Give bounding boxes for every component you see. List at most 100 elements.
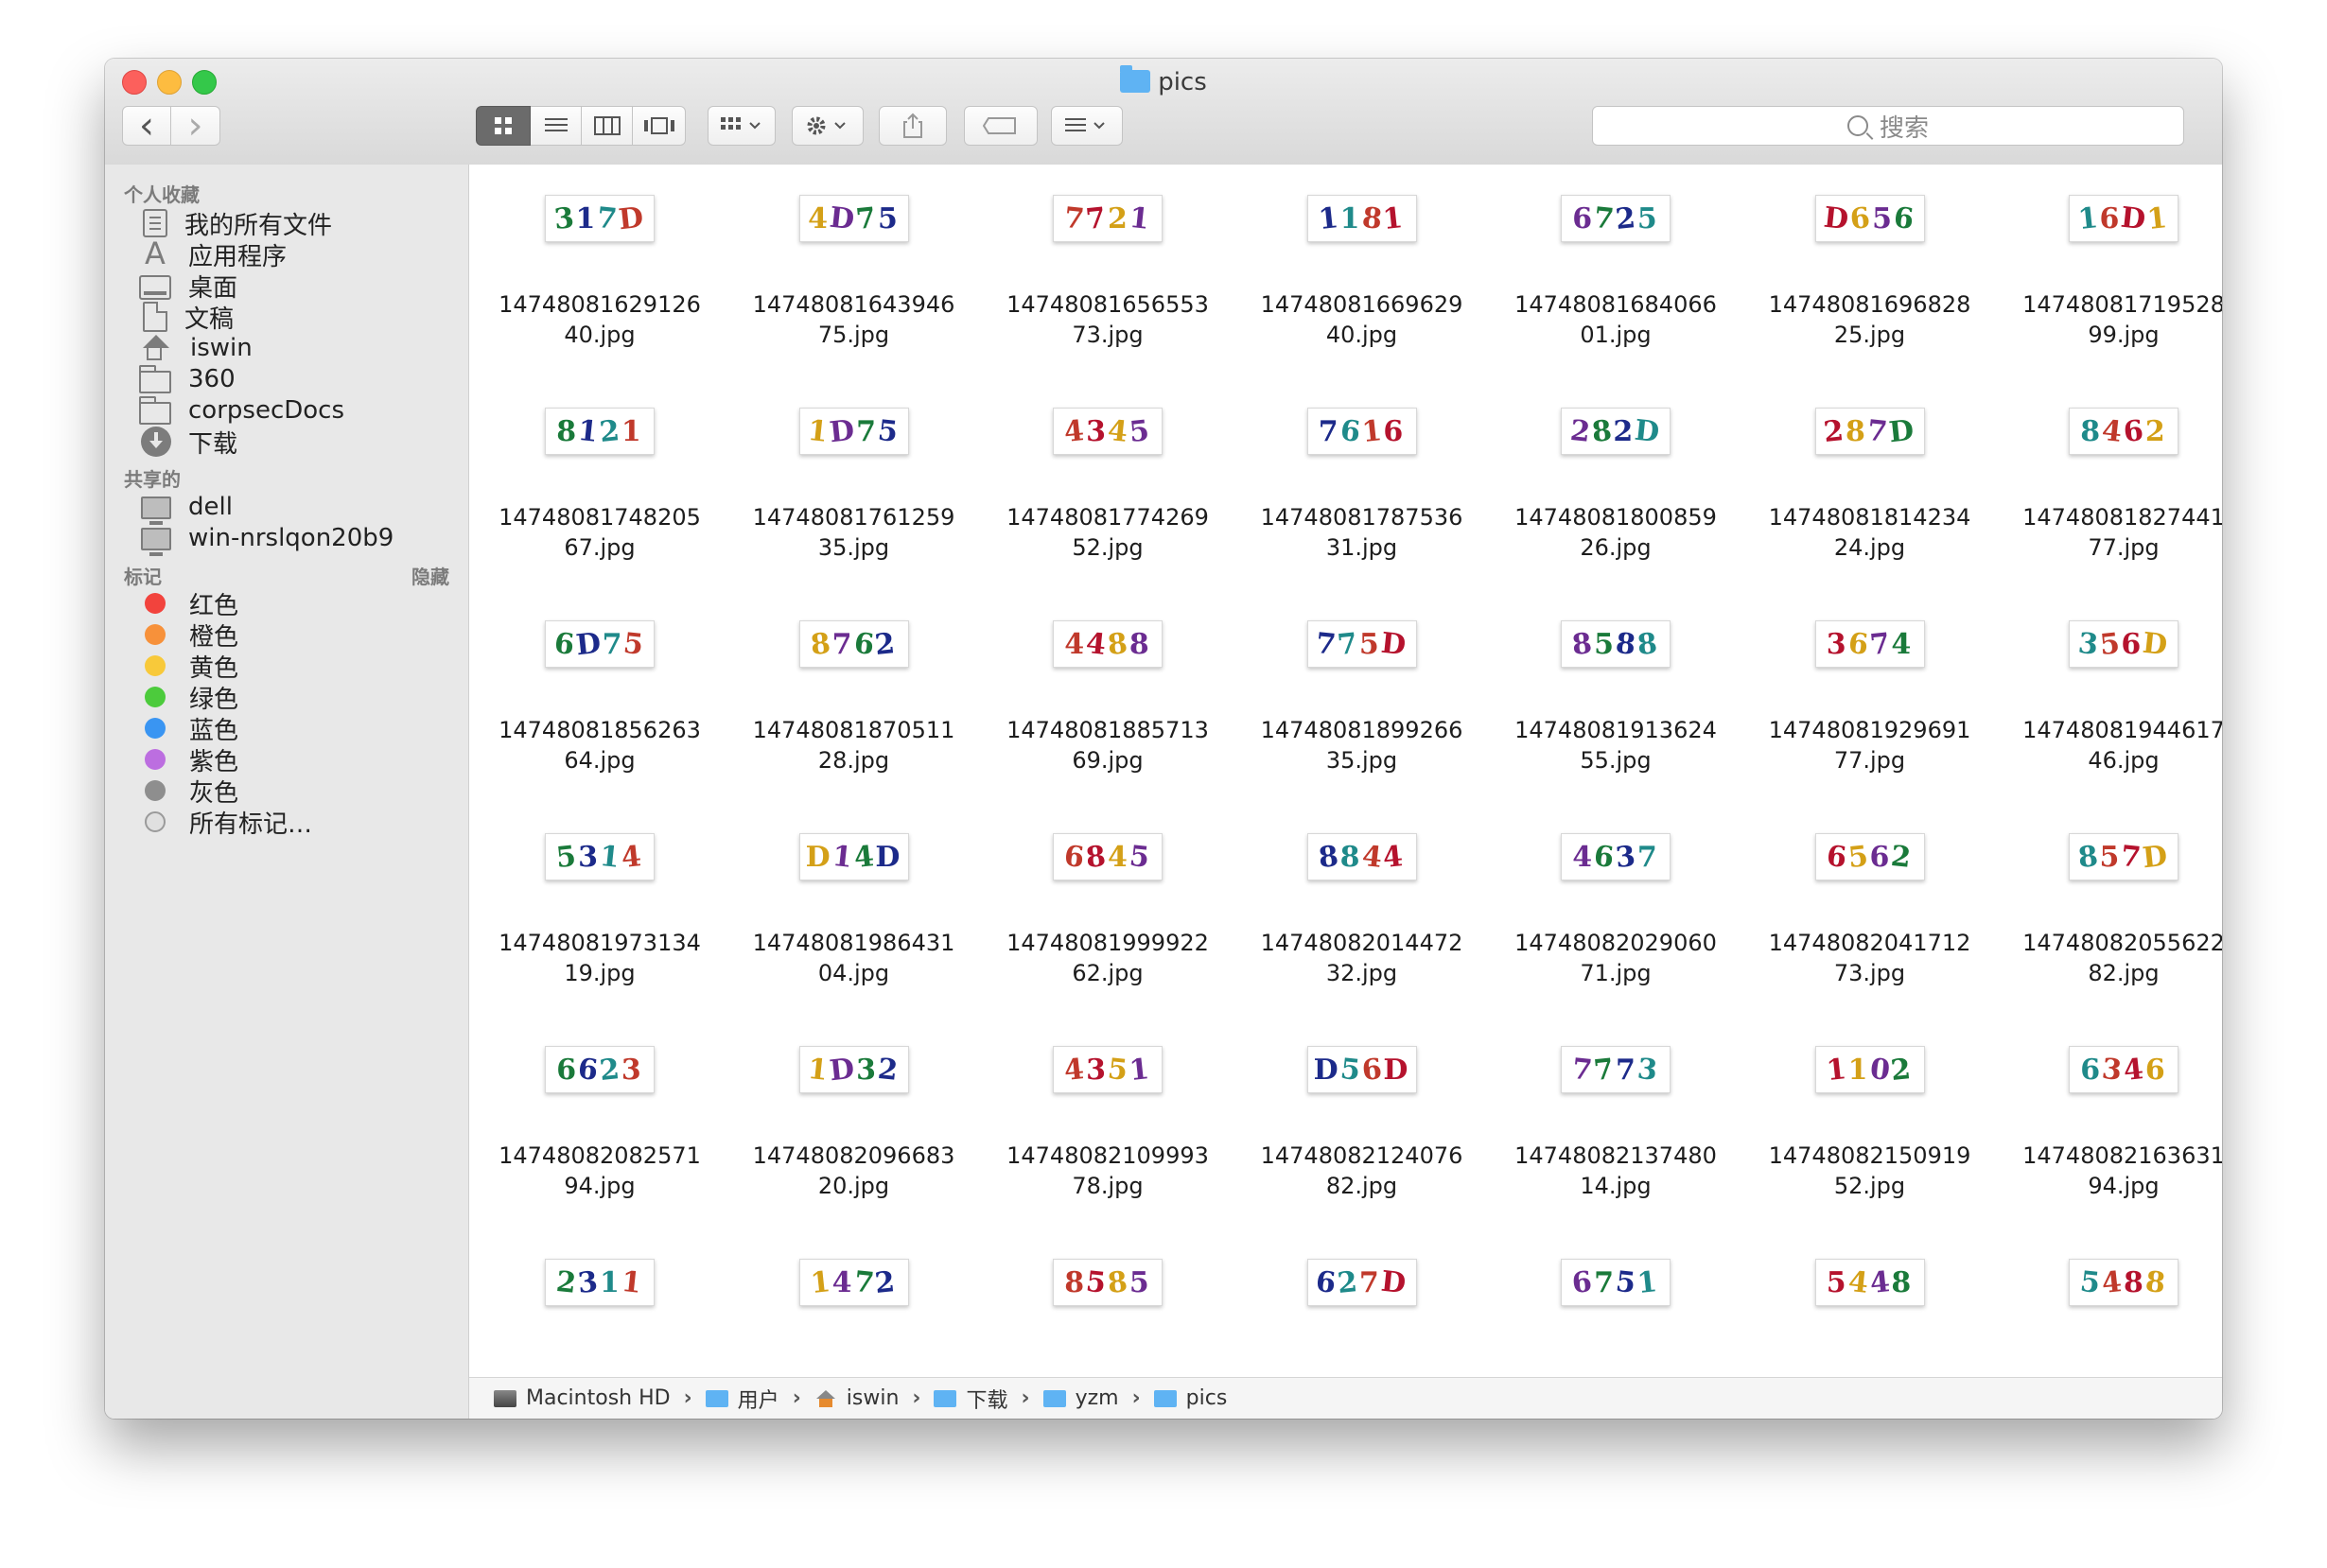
file-item[interactable]: 4 6 3 7 14748082029060 71.jpg	[1502, 833, 1729, 988]
captcha-character: 4	[1064, 627, 1087, 661]
hide-tags-button[interactable]: 隐藏	[411, 562, 449, 589]
tags-button[interactable]	[964, 106, 1038, 146]
captcha-character: 5	[1338, 1052, 1364, 1088]
file-item[interactable]: 2 8 2 D 14748081800859 26.jpg	[1502, 408, 1729, 563]
file-item[interactable]: 7 7 2 1 14748081656553 73.jpg	[994, 195, 1221, 350]
file-item[interactable]: 3 5 6 D 14748081944617 46.jpg	[2010, 620, 2222, 775]
captcha-thumbnail: D656	[1814, 195, 1925, 242]
file-item[interactable]: 5488	[2010, 1259, 2222, 1306]
file-name: 14748081870511 28.jpg	[741, 715, 968, 775]
sidebar-item-downloads[interactable]: 下载	[139, 423, 237, 461]
file-item[interactable]: 6 6 2 3 14748082082571 94.jpg	[486, 1046, 713, 1201]
captcha-character: 5	[554, 839, 580, 875]
file-item[interactable]: 6 D 7 5 14748081856263 64.jpg	[486, 620, 713, 775]
sidebar-item-win-nrslqon20b9[interactable]: win-nrslqon20b9	[139, 519, 394, 557]
captcha-thumbnail: 7616	[1306, 408, 1417, 455]
forward-button[interactable]: ›	[171, 106, 220, 146]
file-item[interactable]: 8 5 8 8 14748081913624 55.jpg	[1502, 620, 1729, 775]
path-bar: Macintosh HD › 用户 › iswin › 下载 › yzm › pics	[469, 1377, 2222, 1419]
desktop-icon	[139, 274, 171, 300]
path-crumb[interactable]: pics	[1153, 1386, 1227, 1410]
captcha-character: 6	[1824, 839, 1850, 875]
path-crumb[interactable]: 下载	[934, 1384, 1007, 1414]
file-item[interactable]: 8 1 2 1 14748081748205 67.jpg	[486, 408, 713, 563]
captcha-character: 7	[602, 627, 624, 661]
captcha-character: 8	[1636, 626, 1661, 662]
file-item[interactable]: 1472	[741, 1259, 968, 1306]
captcha-character: 7	[1616, 1053, 1637, 1087]
captcha-character: 6	[2144, 1053, 2167, 1087]
file-item[interactable]: 5448	[1757, 1259, 1984, 1306]
captcha-character: 8	[1084, 839, 1110, 875]
file-item[interactable]: 5 3 1 4 14748081973134 19.jpg	[486, 833, 713, 988]
captcha-character: 5	[1128, 413, 1153, 449]
captcha-character: 5	[1636, 201, 1659, 235]
file-item[interactable]: 6 3 4 6 14748082163631 94.jpg	[2010, 1046, 2222, 1201]
file-item[interactable]: 1 6 D 1 14748081719528 99.jpg	[2010, 195, 2222, 350]
back-button[interactable]: ‹	[122, 106, 171, 146]
group-icon	[721, 117, 761, 130]
file-item[interactable]: 6 5 6 2 14748082041712 73.jpg	[1757, 833, 1984, 988]
path-crumb[interactable]: 用户	[705, 1384, 779, 1414]
file-item[interactable]: 6 8 4 5 14748081999922 62.jpg	[994, 833, 1221, 988]
file-name-line1: 14748081814234	[1768, 504, 1971, 531]
file-name-line1: 14748081986431	[752, 930, 955, 956]
path-crumb[interactable]: iswin	[814, 1386, 899, 1410]
file-item[interactable]: 8585	[994, 1259, 1221, 1306]
file-item[interactable]: 6751	[1502, 1259, 1729, 1306]
file-item[interactable]: D 1 4 D 14748081986431 04.jpg	[741, 833, 968, 988]
file-item[interactable]: 1 D 3 2 14748082096683 20.jpg	[741, 1046, 968, 1201]
column-view-button[interactable]	[582, 106, 633, 146]
file-item[interactable]: 7 6 1 6 14748081787536 31.jpg	[1249, 408, 1476, 563]
file-item[interactable]: 7 7 5 D 14748081899266 35.jpg	[1249, 620, 1476, 775]
file-item[interactable]: 2 8 7 D 14748081814234 24.jpg	[1757, 408, 1984, 563]
sidebar-item-label: dell	[188, 493, 233, 521]
file-item[interactable]: 4 D 7 5 14748081643946 75.jpg	[741, 195, 968, 350]
file-item[interactable]: 6 7 2 5 14748081684066 01.jpg	[1502, 195, 1729, 350]
captcha-character: 3	[1636, 1052, 1661, 1088]
captcha-character: 6	[1570, 1264, 1596, 1300]
file-item[interactable]: 627D	[1249, 1259, 1476, 1306]
file-item[interactable]: 8 7 6 2 14748081870511 28.jpg	[741, 620, 968, 775]
file-item[interactable]: 3 6 7 4 14748081929691 77.jpg	[1757, 620, 1984, 775]
file-name-line1: 14748081885713	[1006, 717, 1209, 743]
gallery-view-button[interactable]	[633, 106, 686, 146]
captcha-character: D	[805, 840, 832, 874]
file-item[interactable]: 3 1 7 D 14748081629126 40.jpg	[486, 195, 713, 350]
icon-view-button[interactable]	[476, 106, 531, 146]
search-field[interactable]: 搜索	[1592, 106, 2184, 146]
file-item[interactable]: D 6 5 6 14748081696828 25.jpg	[1757, 195, 1984, 350]
file-item[interactable]: 4 3 5 1 14748082109993 78.jpg	[994, 1046, 1221, 1201]
list-view-button[interactable]	[531, 106, 582, 146]
file-item[interactable]: 8 8 4 4 14748082014472 32.jpg	[1249, 833, 1476, 988]
share-button[interactable]	[879, 106, 947, 146]
group-by-button[interactable]	[708, 106, 776, 146]
file-item[interactable]: 4 4 8 8 14748081885713 69.jpg	[994, 620, 1221, 775]
file-name-line1: 14748082029060	[1514, 930, 1717, 956]
tag-dot-icon	[145, 718, 166, 739]
file-item[interactable]: 2311	[486, 1259, 713, 1306]
file-item[interactable]: 8 5 7 D 14748082055622 82.jpg	[2010, 833, 2222, 988]
file-name: 14748081684066 01.jpg	[1502, 289, 1729, 350]
path-crumb[interactable]: yzm	[1042, 1386, 1119, 1410]
action-menu-button[interactable]	[792, 106, 864, 146]
file-name-line1: 14748081973134	[499, 930, 701, 956]
file-item[interactable]: 4 3 4 5 14748081774269 52.jpg	[994, 408, 1221, 563]
path-separator-icon: ›	[792, 1386, 801, 1410]
file-item[interactable]: 8 4 6 2 14748081827441 77.jpg	[2010, 408, 2222, 563]
file-item[interactable]: D 5 6 D 14748082124076 82.jpg	[1249, 1046, 1476, 1201]
nav-buttons: ‹ ›	[122, 106, 220, 146]
file-item[interactable]: 1 1 8 1 14748081669629 40.jpg	[1249, 195, 1476, 350]
home-icon	[139, 333, 173, 363]
file-item[interactable]: 7 7 7 3 14748082137480 14.jpg	[1502, 1046, 1729, 1201]
file-item[interactable]: 1 D 7 5 14748081761259 35.jpg	[741, 408, 968, 563]
path-crumb[interactable]: Macintosh HD	[494, 1386, 671, 1410]
computer-icon	[141, 497, 171, 525]
file-name-line2: 40.jpg	[564, 322, 636, 348]
sidebar-tag-all[interactable]: 所有标记…	[139, 803, 312, 841]
file-item[interactable]: 1 1 0 2 14748082150919 52.jpg	[1757, 1046, 1984, 1201]
captcha-character: 4	[1891, 627, 1914, 661]
downloads-icon	[141, 427, 171, 457]
captcha-character: 4	[1867, 1264, 1894, 1300]
arrange-button[interactable]	[1051, 106, 1123, 146]
